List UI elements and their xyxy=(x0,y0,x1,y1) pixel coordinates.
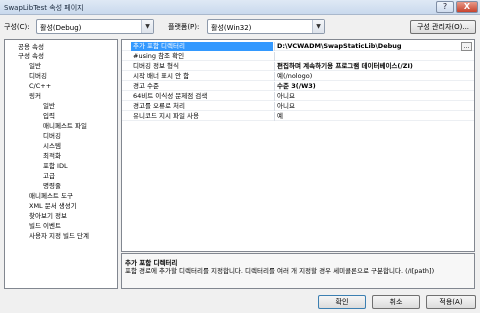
config-combo[interactable]: 활성(Debug) ▼ xyxy=(36,19,154,34)
config-toolbar: 구성(C): 활성(Debug) ▼ 플랫폼(P): 활성(Win32) ▼ 구… xyxy=(0,16,480,38)
property-name: 경고를 오류로 처리 xyxy=(133,102,185,110)
chevron-down-icon[interactable]: ▼ xyxy=(312,20,324,33)
column-divider xyxy=(274,62,275,71)
column-divider xyxy=(274,42,275,51)
property-name: 유니코드 지시 파일 사용 xyxy=(133,112,199,120)
chevron-down-icon[interactable]: ▼ xyxy=(141,20,153,33)
tree-item-linker-idl[interactable]: 포함 IDL xyxy=(43,162,68,171)
property-row[interactable]: 64비트 이식성 문제점 검색 아니요 xyxy=(122,92,474,101)
config-manager-button[interactable]: 구성 관리자(O)... xyxy=(410,20,476,34)
tree-item-config[interactable]: 구성 속성 xyxy=(18,52,44,61)
property-value[interactable]: 아니요 xyxy=(277,102,457,111)
description-text: 포함 경로에 추가할 디렉터리를 지정합니다. 디렉터리를 여러 개 지정할 경… xyxy=(125,267,435,275)
property-row[interactable]: 경고를 오류로 처리 아니요 xyxy=(122,102,474,111)
tree-item-linker-system[interactable]: 시스템 xyxy=(43,142,61,151)
property-name: 64비트 이식성 문제점 검색 xyxy=(133,92,208,100)
tree-item-manifest-tool[interactable]: 매니페스트 도구 xyxy=(29,192,73,201)
property-value[interactable]: 편집하며 계속하기용 프로그램 데이터베이스(/ZI) xyxy=(277,62,457,71)
description-panel: 추가 포함 디렉터리 포함 경로에 추가할 디렉터리를 지정합니다. 디렉터리를… xyxy=(121,253,475,289)
ok-button[interactable]: 확인 xyxy=(318,295,366,309)
browse-button[interactable]: ... xyxy=(461,42,472,51)
tree-item-linker-cmdline[interactable]: 명령줄 xyxy=(43,182,61,191)
property-row[interactable]: #using 참조 확인 xyxy=(122,52,474,61)
cancel-button[interactable]: 취소 xyxy=(372,295,420,309)
property-name: 디버깅 정보 형식 xyxy=(133,62,179,70)
column-divider xyxy=(274,92,275,101)
property-value[interactable]: 예(/nologo) xyxy=(277,72,457,81)
property-row[interactable]: 경고 수준 수준 3(/W3) xyxy=(122,82,474,91)
column-divider xyxy=(274,102,275,111)
property-name: 추가 포함 디렉터리 xyxy=(131,42,273,51)
property-value[interactable]: D:\VCWADM\SwapStaticLib\Debug xyxy=(277,42,457,51)
property-row[interactable]: 유니코드 지시 파일 사용 예 xyxy=(122,112,474,121)
platform-label: 플랫폼(P): xyxy=(168,23,200,31)
tree-item-xml-doc[interactable]: XML 문서 생성기 xyxy=(29,202,77,211)
column-divider xyxy=(274,112,275,121)
apply-button[interactable]: 적용(A) xyxy=(426,295,476,309)
property-name: 시작 배너 표시 안 함 xyxy=(133,72,190,80)
platform-value: 활성(Win32) xyxy=(211,24,252,32)
title-bar: SwapLibTest 속성 페이지 ? X xyxy=(0,0,480,15)
tree-item-linker-general[interactable]: 일반 xyxy=(43,102,55,111)
config-value: 활성(Debug) xyxy=(40,24,82,32)
property-grid: 추가 포함 디렉터리 D:\VCWADM\SwapStaticLib\Debug… xyxy=(121,39,475,252)
property-row[interactable]: 디버깅 정보 형식 편집하며 계속하기용 프로그램 데이터베이스(/ZI) xyxy=(122,62,474,71)
tree-item-linker-optimization[interactable]: 최적화 xyxy=(43,152,61,161)
tree-item-linker-advanced[interactable]: 고급 xyxy=(43,172,55,181)
tree-item-linker-input[interactable]: 입력 xyxy=(43,112,55,121)
column-divider xyxy=(274,52,275,61)
property-tree[interactable]: 공용 속성 구성 속성 일반 디버깅 C/C++ 링커 일반 입력 매니페스트 … xyxy=(4,39,118,289)
platform-combo[interactable]: 활성(Win32) ▼ xyxy=(207,19,325,34)
tree-item-debugging[interactable]: 디버깅 xyxy=(29,72,47,81)
property-value[interactable]: 아니요 xyxy=(277,92,457,101)
column-divider xyxy=(274,82,275,91)
property-row[interactable]: 추가 포함 디렉터리 D:\VCWADM\SwapStaticLib\Debug… xyxy=(122,42,474,51)
config-label: 구성(C): xyxy=(4,23,30,31)
tree-item-general[interactable]: 일반 xyxy=(29,62,41,71)
column-divider xyxy=(274,72,275,81)
tree-item-linker[interactable]: 링커 xyxy=(29,92,41,101)
help-button[interactable]: ? xyxy=(436,1,454,13)
tree-item-browse-info[interactable]: 찾아보기 정보 xyxy=(29,212,67,221)
tree-item-common[interactable]: 공용 속성 xyxy=(18,43,44,52)
property-value[interactable]: 예 xyxy=(277,112,457,121)
tree-item-cpp[interactable]: C/C++ xyxy=(29,82,51,91)
tree-item-custom-build[interactable]: 사용자 지정 빌드 단계 xyxy=(29,232,89,241)
window-title: SwapLibTest 속성 페이지 xyxy=(4,4,84,12)
tree-item-build-events[interactable]: 빌드 이벤트 xyxy=(29,222,61,231)
property-name: 경고 수준 xyxy=(133,82,159,90)
close-button[interactable]: X xyxy=(456,1,478,13)
description-title: 추가 포함 디렉터리 xyxy=(125,259,178,267)
property-name: #using 참조 확인 xyxy=(133,52,185,60)
tree-item-linker-manifest[interactable]: 매니페스트 파일 xyxy=(43,122,87,131)
tree-item-linker-debugging[interactable]: 디버깅 xyxy=(43,132,61,141)
property-row[interactable]: 시작 배너 표시 안 함 예(/nologo) xyxy=(122,72,474,81)
property-value[interactable]: 수준 3(/W3) xyxy=(277,82,457,91)
